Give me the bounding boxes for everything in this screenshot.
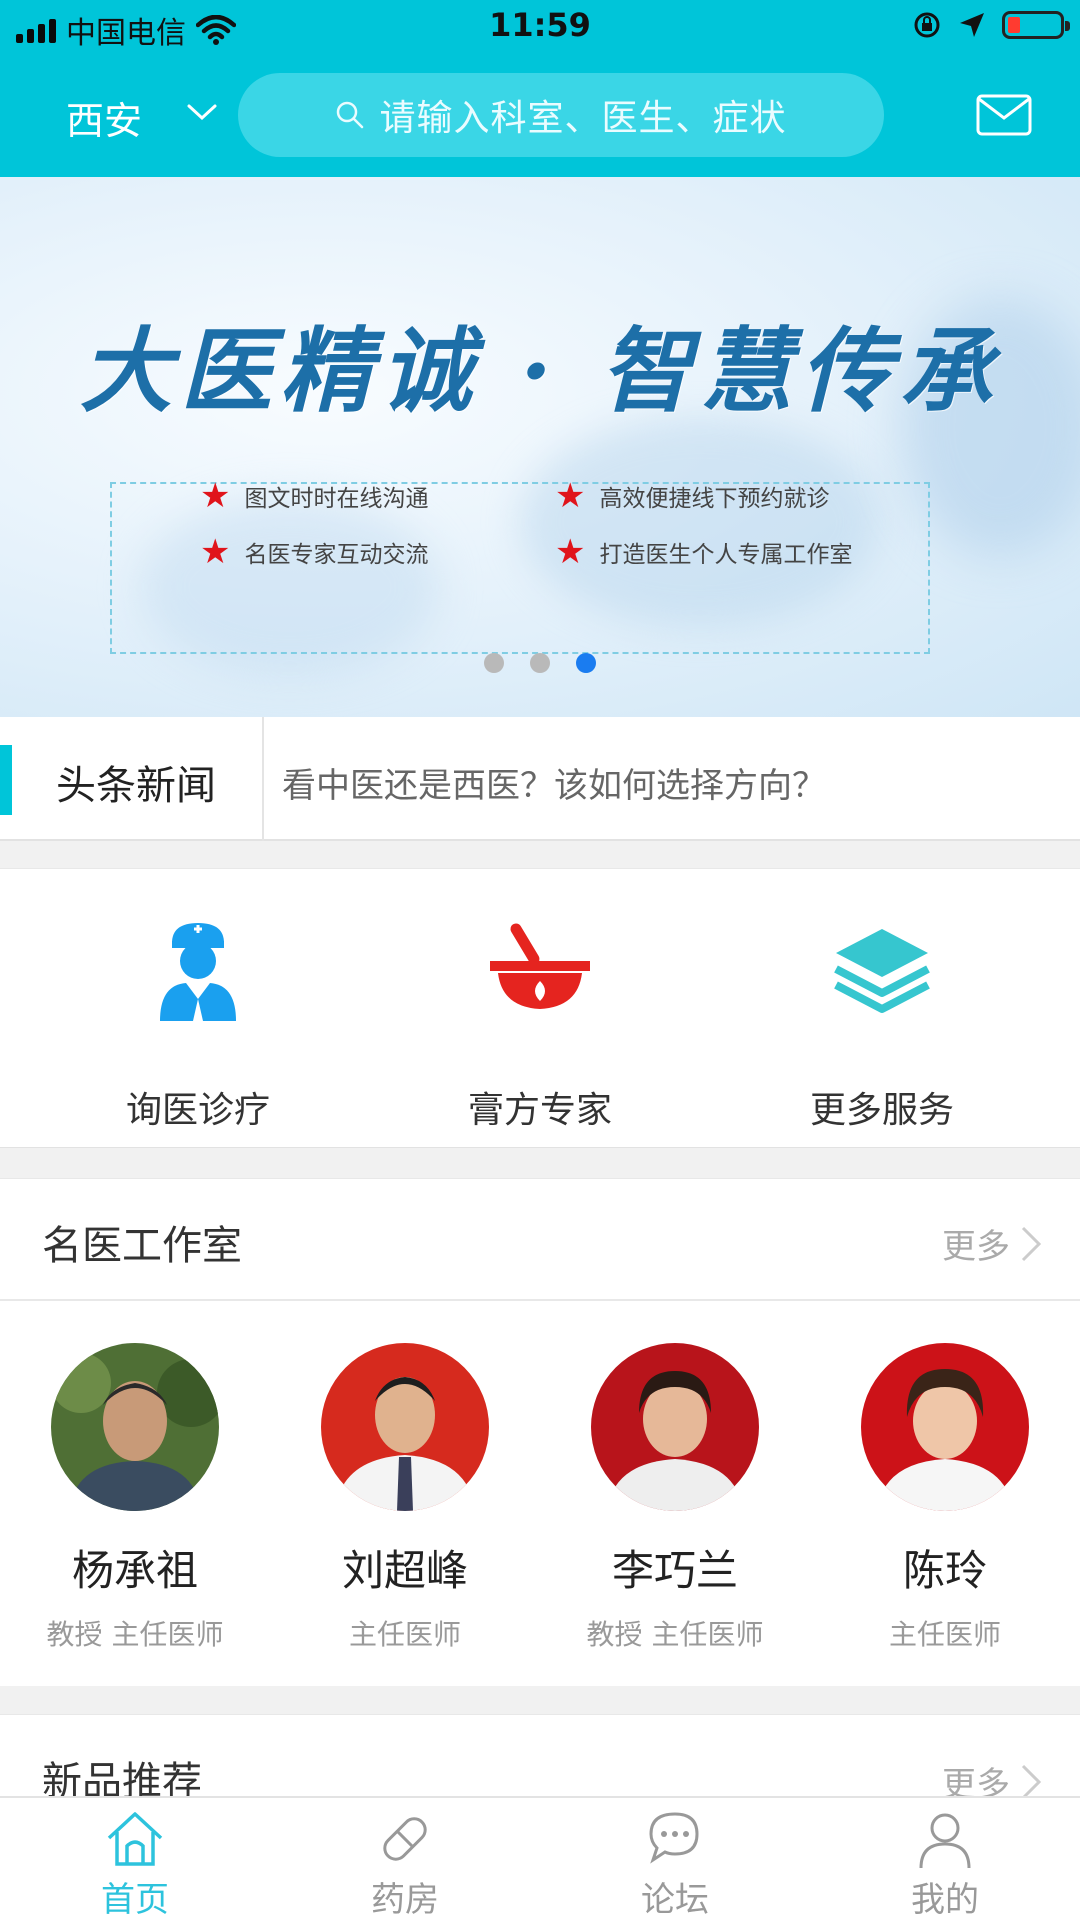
famous-doctors-section: 名医工作室 更多 杨承祖 教授 主任医师 刘超峰 主任医师 李巧兰 教授 主任医… <box>0 1178 1080 1686</box>
layers-icon <box>832 921 932 1021</box>
service-label: 询医诊疗 <box>125 1090 270 1131</box>
more-link[interactable]: 更多 <box>942 1219 1042 1268</box>
divider <box>262 717 264 841</box>
search-placeholder: 请输入科室、医生、症状 <box>379 98 787 139</box>
user-icon <box>919 1813 971 1869</box>
news-label: 头条新闻 <box>56 763 216 809</box>
doctor-title: 主任医师 <box>888 1618 1001 1651</box>
doctor-name: 陈玲 <box>902 1546 987 1595</box>
top-nav: 西安 请输入科室、医生、症状 <box>0 70 1080 160</box>
service-herbal[interactable]: 膏方专家 <box>360 869 720 1149</box>
star-icon: ★ <box>555 532 586 572</box>
headline-news-bar[interactable]: 头条新闻 看中医还是西医？该如何选择方向？ <box>0 717 1080 841</box>
doctor-card[interactable]: 杨承祖 教授 主任医师 <box>0 1343 270 1663</box>
city-selector[interactable]: 西安 <box>66 90 142 145</box>
banner-feature: ★ 名医专家互动交流 <box>200 532 429 572</box>
chevron-right-icon <box>1021 1226 1042 1261</box>
doctor-card[interactable]: 李巧兰 教授 主任医师 <box>540 1343 810 1663</box>
section-title: 名医工作室 <box>42 1223 242 1269</box>
banner-feature: ★ 高效便捷线下预约就诊 <box>555 476 830 516</box>
promo-banner[interactable]: 大医精诚 · 智慧传承 ★ 图文时时在线沟通 ★ 高效便捷线下预约就诊 ★ 名医… <box>0 177 1080 717</box>
tab-profile[interactable]: 我的 <box>810 1798 1080 1920</box>
chevron-right-icon <box>1021 1764 1042 1799</box>
avatar <box>321 1343 489 1511</box>
pill-icon <box>383 1817 427 1861</box>
tab-forum[interactable]: 论坛 <box>540 1798 810 1920</box>
star-icon: ★ <box>200 532 231 572</box>
avatar <box>51 1343 219 1511</box>
tab-pharmacy[interactable]: 药房 <box>270 1798 540 1920</box>
chat-icon <box>649 1812 699 1864</box>
battery-icon <box>1002 11 1070 39</box>
banner-feature: ★ 打造医生个人专属工作室 <box>555 532 853 572</box>
chevron-down-icon[interactable] <box>186 102 218 122</box>
status-right <box>912 10 1070 40</box>
carousel-dot[interactable] <box>530 653 550 673</box>
service-consult[interactable]: 询医诊疗 <box>18 869 378 1149</box>
carousel-dot[interactable] <box>484 653 504 673</box>
tab-label: 药房 <box>371 1880 439 1920</box>
mail-icon[interactable] <box>976 94 1032 136</box>
tab-label: 首页 <box>101 1880 169 1920</box>
service-label: 更多服务 <box>809 1090 954 1131</box>
tab-label: 我的 <box>911 1880 979 1920</box>
news-headline[interactable]: 看中医还是西医？该如何选择方向？ <box>282 758 826 807</box>
doctor-icon <box>148 921 248 1021</box>
section-header: 名医工作室 更多 <box>0 1179 1080 1301</box>
location-arrow-icon <box>960 13 984 37</box>
home-icon <box>107 1812 163 1866</box>
service-more[interactable]: 更多服务 <box>702 869 1062 1149</box>
app-header: 中国电信 11:59 西安 请输入科室、医生、症状 <box>0 0 1080 177</box>
search-input[interactable]: 请输入科室、医生、症状 <box>238 73 884 157</box>
mortar-icon <box>490 921 590 1021</box>
star-icon: ★ <box>555 476 586 516</box>
news-accent-bar <box>0 745 12 815</box>
avatar <box>861 1343 1029 1511</box>
star-icon: ★ <box>200 476 231 516</box>
banner-title: 大医精诚 · 智慧传承 <box>79 317 1001 425</box>
doctor-card[interactable]: 陈玲 主任医师 <box>810 1343 1080 1663</box>
tab-label: 论坛 <box>641 1880 709 1920</box>
doctor-title: 教授 主任医师 <box>46 1618 224 1651</box>
tab-home[interactable]: 首页 <box>0 1798 270 1920</box>
doctor-name: 刘超峰 <box>341 1546 468 1595</box>
search-icon <box>337 101 364 129</box>
status-bar: 中国电信 11:59 <box>0 0 1080 56</box>
service-grid: 询医诊疗 膏方专家 更多服务 <box>0 868 1080 1148</box>
doctor-title: 主任医师 <box>348 1618 461 1651</box>
avatar <box>591 1343 759 1511</box>
service-label: 膏方专家 <box>467 1090 612 1131</box>
bottom-tab-bar: 首页 药房 论坛 我的 <box>0 1796 1080 1920</box>
banner-feature: ★ 图文时时在线沟通 <box>200 476 429 516</box>
doctor-title: 教授 主任医师 <box>586 1618 764 1651</box>
doctor-name: 李巧兰 <box>611 1546 738 1595</box>
doctor-card[interactable]: 刘超峰 主任医师 <box>270 1343 540 1663</box>
doctor-name: 杨承祖 <box>71 1546 198 1595</box>
carousel-dots <box>0 653 1080 673</box>
rotation-lock-icon <box>914 12 940 38</box>
carousel-dot-active[interactable] <box>576 653 596 673</box>
